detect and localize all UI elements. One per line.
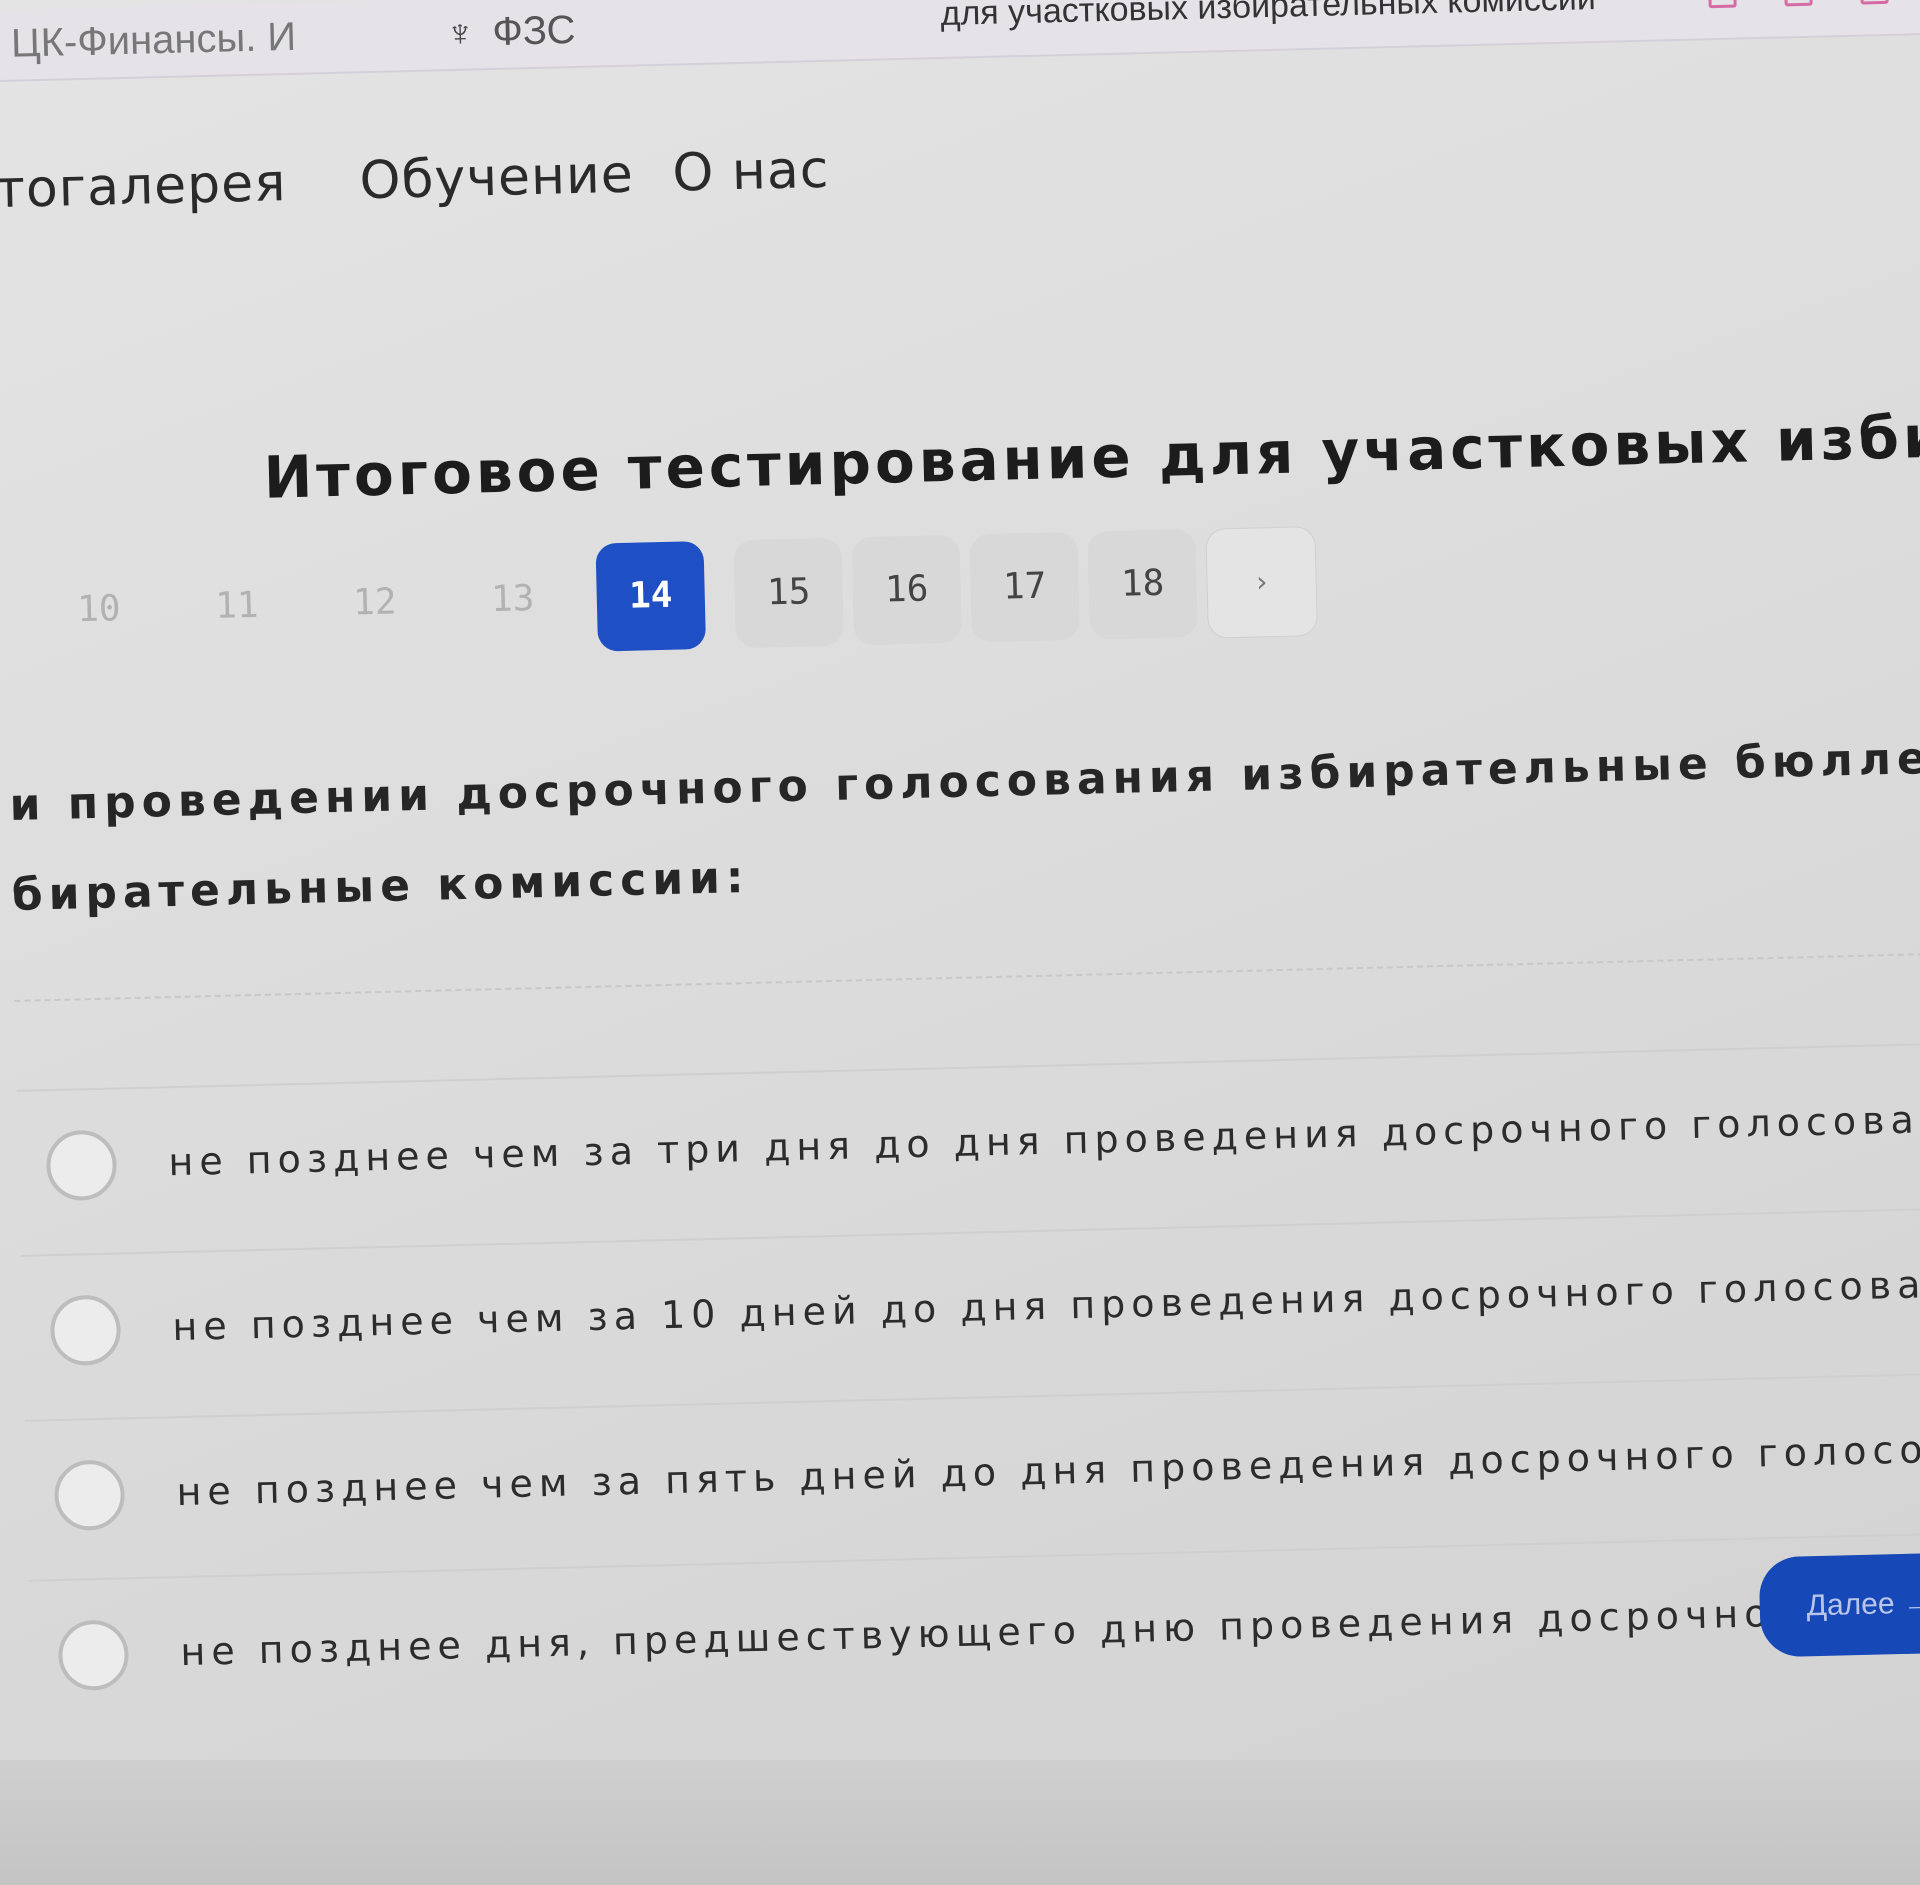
question-text-line2: бирательные комиссии:: [11, 851, 751, 921]
answer-option-label: не позднее чем за 10 дней до дня проведе…: [171, 1260, 1920, 1350]
page-next-icon[interactable]: ›: [1205, 526, 1318, 639]
bookmarks-bar: ЦК-Финансы. И ♆ ФЗС для участковых избира…: [0, 0, 1920, 83]
answer-option-2[interactable]: не позднее чем за 10 дней до дня проведе…: [20, 1206, 1920, 1407]
question-divider: [14, 952, 1920, 1002]
radio-button[interactable]: [53, 1459, 126, 1532]
bookmark-fzs-label: ФЗС: [491, 7, 576, 54]
radio-button[interactable]: [49, 1294, 122, 1367]
eagle-emblem-icon: ♆: [445, 12, 475, 56]
page-button-12[interactable]: 12: [320, 548, 431, 659]
next-button[interactable]: Далее →: [1758, 1552, 1920, 1658]
bookmark-fzs[interactable]: ♆ ФЗС: [445, 8, 576, 56]
page-button-14-current[interactable]: 14: [595, 540, 707, 652]
desk-surface: [0, 1760, 1920, 1885]
answer-option-label: не позднее чем за три дня до дня проведе…: [167, 1095, 1920, 1185]
nav-item-about[interactable]: О нас: [672, 140, 830, 204]
radio-button[interactable]: [45, 1129, 118, 1202]
page-button-18[interactable]: 18: [1087, 528, 1198, 640]
page-button-17[interactable]: 17: [969, 531, 1080, 643]
page-button-11[interactable]: 11: [182, 551, 293, 662]
page-button-16[interactable]: 16: [851, 534, 962, 646]
page-button-10[interactable]: 10: [44, 554, 155, 665]
close-window-icon[interactable]: [1859, 0, 1889, 5]
nav-item-training[interactable]: Обучение: [359, 145, 635, 212]
bookmark-finance[interactable]: ЦК-Финансы. И: [11, 15, 297, 67]
answer-option-label: не позднее дня, предшествующего дню пров…: [179, 1582, 1920, 1675]
bookmark-uik[interactable]: для участковых избирательных комиссий: [940, 0, 1596, 34]
minimize-window-icon[interactable]: [1707, 0, 1737, 9]
maximize-window-icon[interactable]: [1783, 0, 1813, 7]
screen-content: ЦК-Финансы. И ♆ ФЗС для участковых избира…: [0, 0, 1920, 1885]
nav-item-gallery[interactable]: тогалерея: [0, 153, 287, 220]
answer-option-1[interactable]: не позднее чем за три дня до дня проведе…: [16, 1042, 1920, 1242]
photo-viewport: ЦК-Финансы. И ♆ ФЗС для участковых избира…: [0, 0, 1920, 1885]
page-button-13[interactable]: 13: [458, 544, 569, 655]
radio-button[interactable]: [57, 1619, 130, 1692]
question-text-line1: и проведении досрочного голосования изби…: [9, 720, 1920, 831]
answer-option-label: не позднее чем за пять дней до дня прове…: [175, 1423, 1920, 1515]
question-pagination: 10 11 12 13 14 15 16 17 18 ›: [44, 526, 1318, 669]
page-title: Итоговое тестирование для участковых изб…: [262, 389, 1920, 512]
page-button-15[interactable]: 15: [733, 537, 845, 649]
